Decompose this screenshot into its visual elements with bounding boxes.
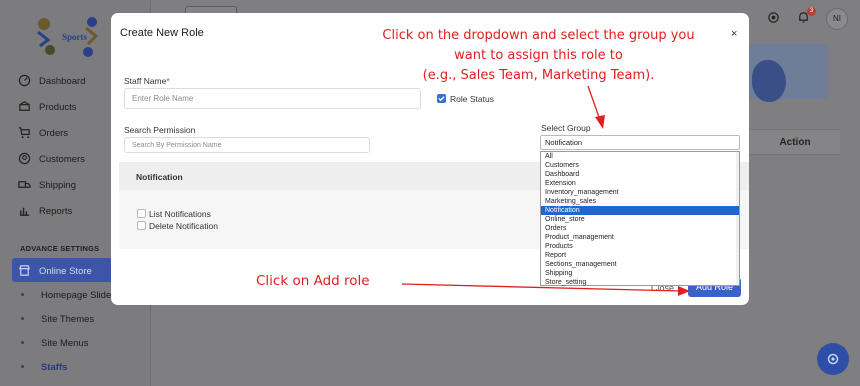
staff-name-label: Staff Name*	[124, 76, 170, 86]
sidebar-item-label: Orders	[39, 128, 69, 139]
table-header-action: Action	[750, 129, 840, 155]
group-options-list: All Customers Dashboard Extension Invent…	[540, 151, 740, 286]
role-status-checkbox[interactable]	[437, 94, 446, 103]
dropdown-option[interactable]: Sections_management	[541, 260, 739, 269]
settings-icon[interactable]	[767, 11, 780, 24]
sidebar-item-label: Site Themes	[41, 314, 95, 325]
banner-graphic	[752, 60, 786, 102]
role-status-label: Role Status	[450, 94, 494, 104]
required-mark: *	[166, 76, 170, 86]
dropdown-option-selected[interactable]: Notification	[541, 206, 739, 215]
select-group-annotation: Click on the dropdown and select the gro…	[366, 26, 711, 86]
dropdown-option[interactable]: Orders	[541, 224, 739, 233]
sidebar-item-label: Online Store	[39, 266, 92, 277]
permission-group-title: Notification	[136, 172, 183, 182]
dropdown-option[interactable]: Extension	[541, 179, 739, 188]
select-group-label: Select Group	[541, 123, 591, 133]
box-icon	[19, 101, 30, 111]
dropdown-option[interactable]: Products	[541, 242, 739, 251]
check-icon	[438, 96, 445, 102]
sidebar-item-label: Dashboard	[39, 76, 86, 87]
permission-checkbox[interactable]	[137, 221, 146, 230]
dropdown-option[interactable]: Marketing_sales	[541, 197, 739, 206]
select-group-dropdown[interactable]: Notification	[540, 135, 740, 150]
bullet-icon	[21, 341, 24, 344]
avatar[interactable]: NI	[826, 8, 848, 30]
chart-icon	[19, 207, 30, 216]
annotation-line: want to assign this role to	[454, 48, 623, 63]
dropdown-option[interactable]: Dashboard	[541, 170, 739, 179]
dropdown-option[interactable]: Store_setting	[541, 278, 739, 287]
notification-badge: 3	[807, 7, 816, 16]
store-icon	[19, 265, 30, 276]
settings-fab-button[interactable]	[817, 343, 849, 375]
dropdown-option[interactable]: Online_store	[541, 215, 739, 224]
sidebar-item-staffs[interactable]: Staffs	[0, 354, 151, 380]
permission-label: List Notifications	[149, 209, 211, 219]
dropdown-option[interactable]: Customers	[541, 161, 739, 170]
svg-text:Sports: Sports	[62, 32, 88, 42]
dropdown-option[interactable]: Shipping	[541, 269, 739, 278]
sidebar-item-label: Reports	[39, 206, 73, 217]
staff-name-input[interactable]: Enter Role Name	[124, 88, 421, 109]
permission-checkbox[interactable]	[137, 209, 146, 218]
sidebar-item-label: Shipping	[39, 180, 76, 191]
truck-icon	[18, 181, 31, 188]
add-role-annotation: Click on Add role	[256, 273, 370, 289]
annotation-line: (e.g., Sales Team, Marketing Team).	[422, 68, 655, 83]
dropdown-option[interactable]: All	[541, 152, 739, 161]
search-permission-input[interactable]: Search By Permission Name	[124, 137, 370, 153]
dropdown-option[interactable]: Inventory_management	[541, 188, 739, 197]
sidebar-item-label: Products	[39, 102, 77, 113]
sidebar-item-label: Customers	[39, 154, 85, 165]
bullet-icon	[21, 317, 24, 320]
sidebar-item-site-menus[interactable]: Site Menus	[0, 330, 151, 356]
dropdown-option[interactable]: Report	[541, 251, 739, 260]
sidebar-section-label: ADVANCE SETTINGS	[20, 244, 100, 253]
sports-logo: Sports	[37, 17, 99, 57]
bullet-icon	[21, 365, 24, 368]
sidebar-item-site-themes[interactable]: Site Themes	[0, 306, 151, 332]
sidebar-item-label: Site Menus	[41, 338, 89, 349]
sidebar-item-label: Staffs	[41, 362, 68, 373]
user-icon	[18, 152, 31, 165]
annotation-line: Click on the dropdown and select the gro…	[382, 28, 695, 43]
gauge-icon	[18, 74, 31, 87]
close-icon[interactable]: ×	[731, 28, 737, 40]
modal-title: Create New Role	[120, 27, 204, 39]
dropdown-option[interactable]: Product_management	[541, 233, 739, 242]
search-permission-label: Search Permission	[124, 125, 196, 135]
gear-icon	[827, 353, 839, 365]
bullet-icon	[21, 293, 24, 296]
cart-icon	[18, 127, 30, 139]
sidebar-item-label: Homepage Sliders	[41, 290, 120, 301]
permission-label: Delete Notification	[149, 221, 218, 231]
